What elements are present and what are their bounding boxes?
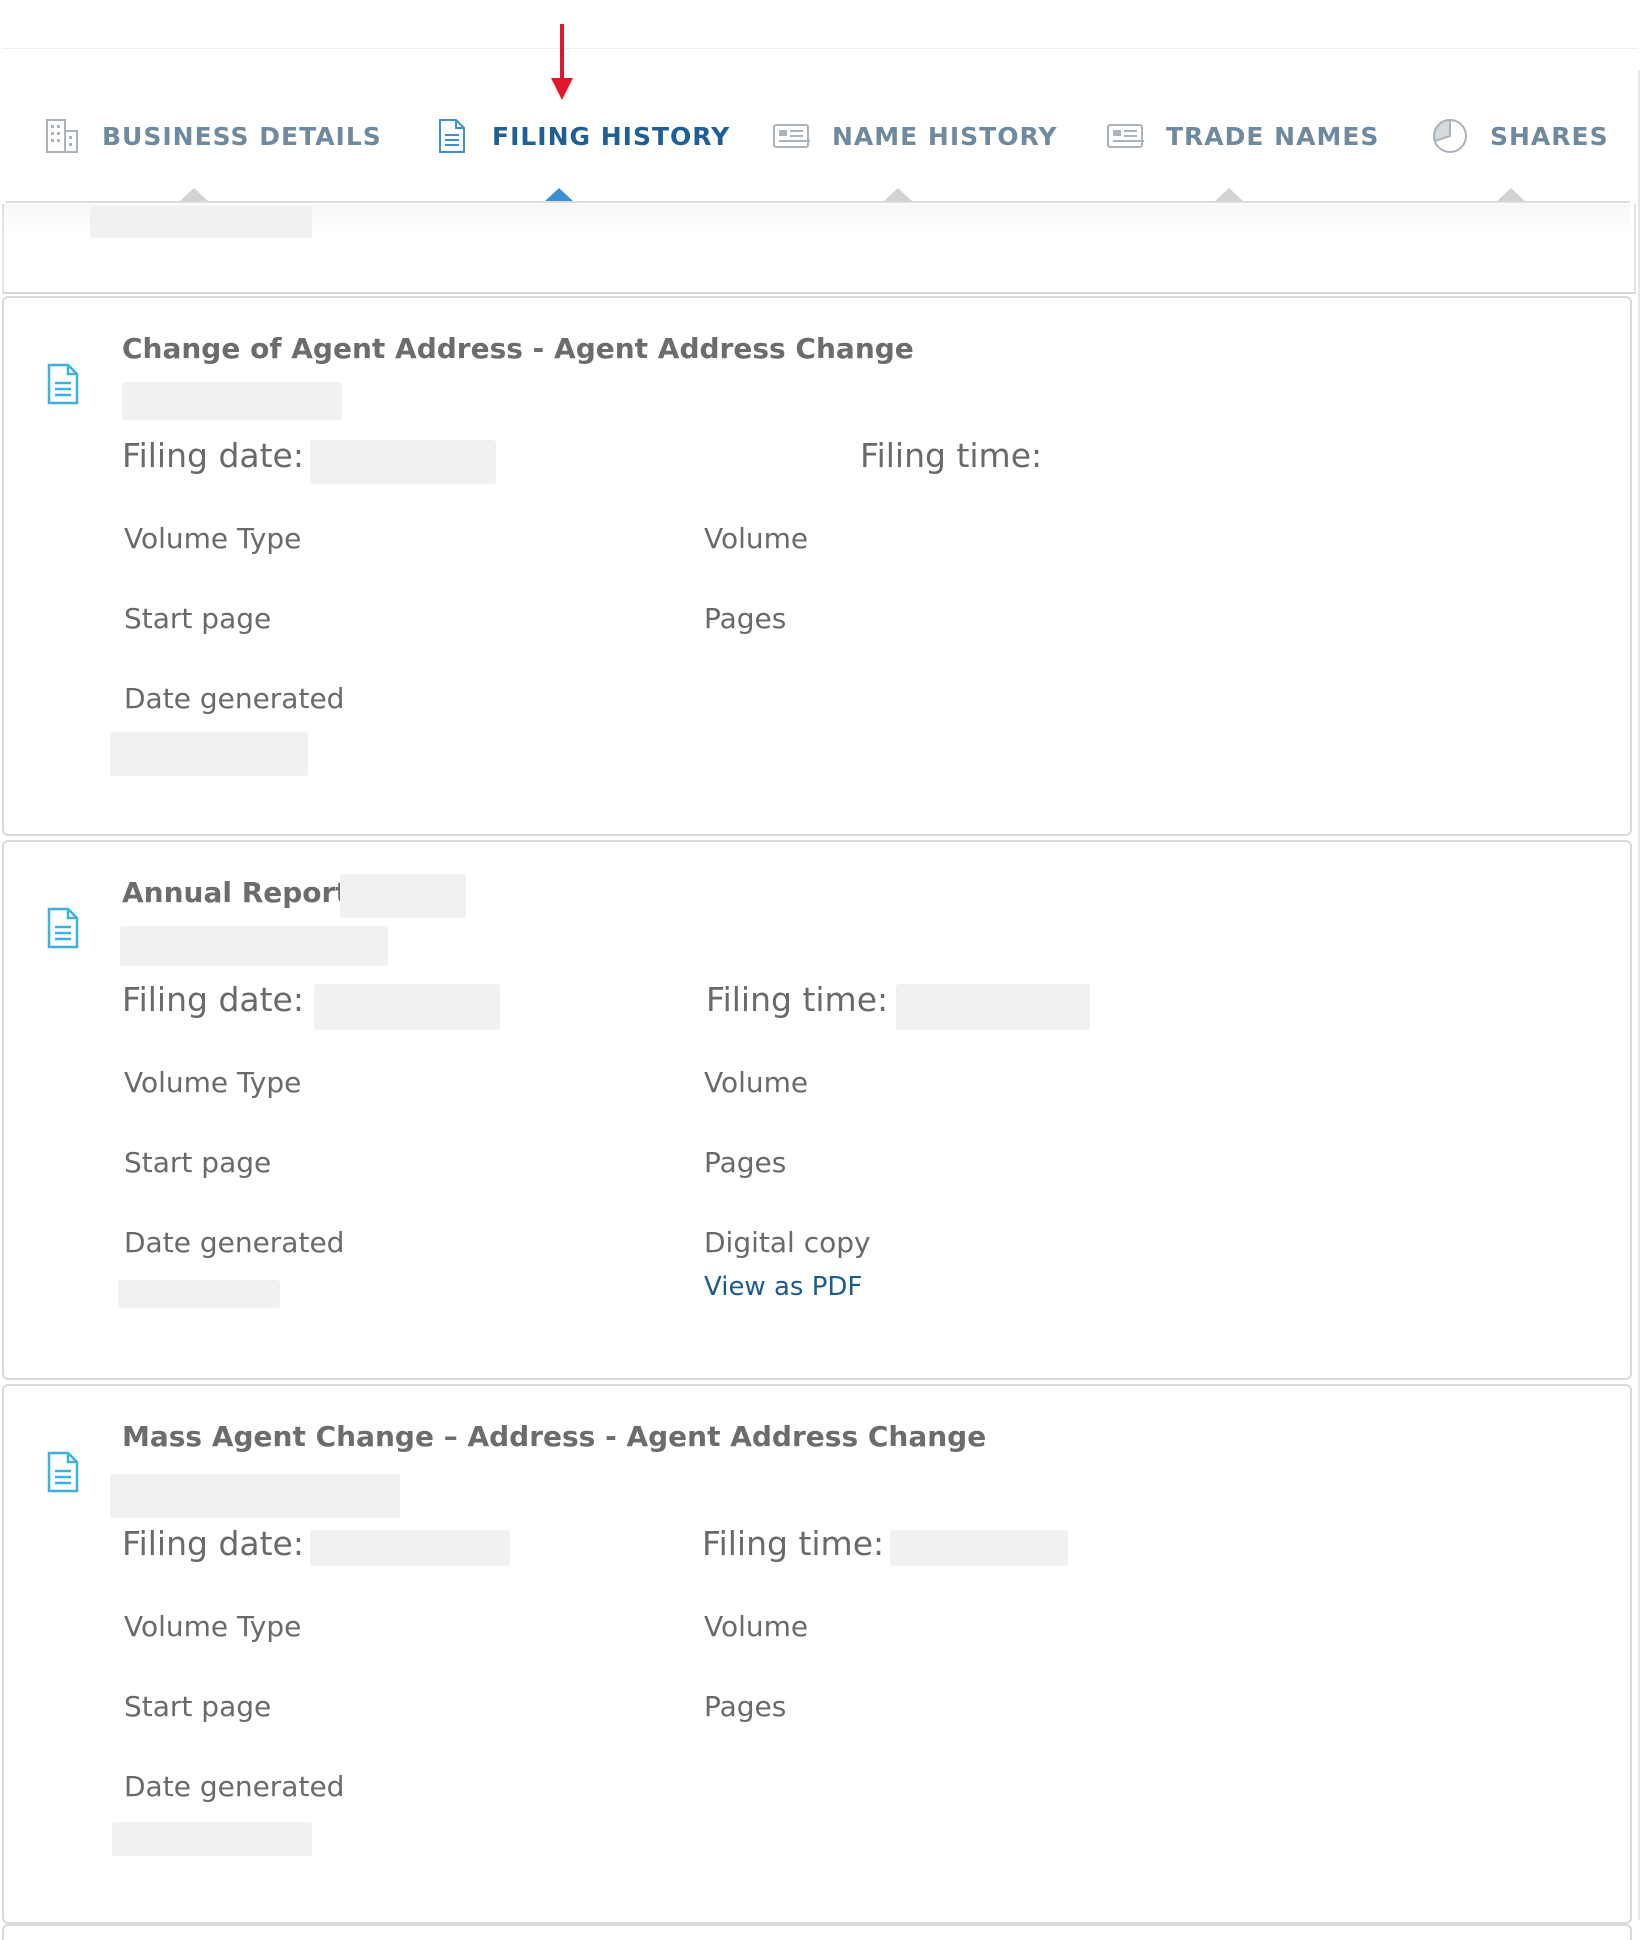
redacted-text [890, 1530, 1068, 1566]
filing-time-label: Filing time: [706, 980, 889, 1019]
right-edge [1638, 70, 1640, 1920]
volume-label: Volume [704, 522, 809, 555]
id-card-icon [1106, 116, 1146, 156]
redacted-text [340, 874, 466, 918]
document-icon [47, 907, 79, 949]
document-icon [47, 1451, 79, 1493]
document-icon [432, 116, 472, 156]
volume-type-label: Volume Type [124, 1610, 302, 1643]
redacted-text [310, 440, 496, 484]
tab-pointer [1496, 188, 1526, 202]
tab-underline [6, 201, 1630, 203]
redacted-text [122, 382, 342, 420]
pages-label: Pages [704, 1146, 787, 1179]
filing-title: Mass Agent Change – Address - Agent Addr… [122, 1420, 987, 1453]
tab-label: BUSINESS DETAILS [102, 121, 382, 151]
filing-time-label: Filing time: [860, 436, 1043, 475]
pie-chart-icon [1430, 116, 1470, 156]
next-card-edge [2, 1924, 1632, 1940]
start-page-label: Start page [124, 602, 272, 635]
filing-date-label: Filing date: [122, 980, 304, 1019]
redacted-text [90, 206, 312, 238]
redacted-text [110, 732, 308, 776]
tab-pointer [179, 188, 209, 202]
tab-pointer [883, 188, 913, 202]
id-card-icon [772, 116, 812, 156]
tab-shares[interactable]: SHARES [1430, 110, 1609, 162]
redacted-text [896, 984, 1090, 1030]
start-page-label: Start page [124, 1146, 272, 1179]
tab-label: TRADE NAMES [1166, 121, 1380, 151]
redacted-text [112, 1822, 312, 1856]
start-page-label: Start page [124, 1690, 272, 1723]
tab-pointer [1214, 188, 1244, 202]
date-generated-label: Date generated [124, 1770, 345, 1803]
pages-label: Pages [704, 1690, 787, 1723]
view-as-pdf-link[interactable]: View as PDF [704, 1272, 862, 1302]
redacted-text [314, 984, 500, 1030]
tab-label: SHARES [1490, 121, 1609, 151]
filing-date-label: Filing date: [122, 1524, 304, 1563]
top-divider [2, 48, 1638, 49]
annotation-arrow-icon [551, 24, 573, 100]
filing-title: Change of Agent Address - Agent Address … [122, 332, 914, 365]
volume-type-label: Volume Type [124, 522, 302, 555]
redacted-text [110, 1474, 400, 1518]
filing-card: Annual Report Filing date: Filing time: … [2, 840, 1632, 1380]
volume-type-label: Volume Type [124, 1066, 302, 1099]
building-icon [42, 116, 82, 156]
filing-title: Annual Report [122, 876, 349, 909]
redacted-text [310, 1530, 510, 1566]
document-icon [47, 363, 79, 405]
pages-label: Pages [704, 602, 787, 635]
redacted-text [118, 1280, 280, 1308]
tab-business-details[interactable]: BUSINESS DETAILS [42, 110, 382, 162]
filing-date-label: Filing date: [122, 436, 304, 475]
volume-label: Volume [704, 1610, 809, 1643]
tab-label: NAME HISTORY [832, 121, 1058, 151]
tab-bar: BUSINESS DETAILS FILING HISTORY NAME HIS… [6, 60, 1630, 204]
filing-card: Mass Agent Change – Address - Agent Addr… [2, 1384, 1632, 1924]
volume-label: Volume [704, 1066, 809, 1099]
tab-name-history[interactable]: NAME HISTORY [772, 110, 1057, 162]
filing-card: Change of Agent Address - Agent Address … [2, 296, 1632, 836]
date-generated-label: Date generated [124, 1226, 345, 1259]
tab-trade-names[interactable]: TRADE NAMES [1106, 110, 1379, 162]
digital-copy-label: Digital copy [704, 1226, 871, 1259]
filing-time-label: Filing time: [702, 1524, 885, 1563]
tab-label: FILING HISTORY [492, 121, 731, 151]
date-generated-label: Date generated [124, 682, 345, 715]
redacted-text [120, 926, 388, 966]
tab-pointer-active [544, 188, 574, 202]
tab-filing-history[interactable]: FILING HISTORY [432, 110, 730, 162]
page: BUSINESS DETAILS FILING HISTORY NAME HIS… [0, 0, 1642, 1940]
